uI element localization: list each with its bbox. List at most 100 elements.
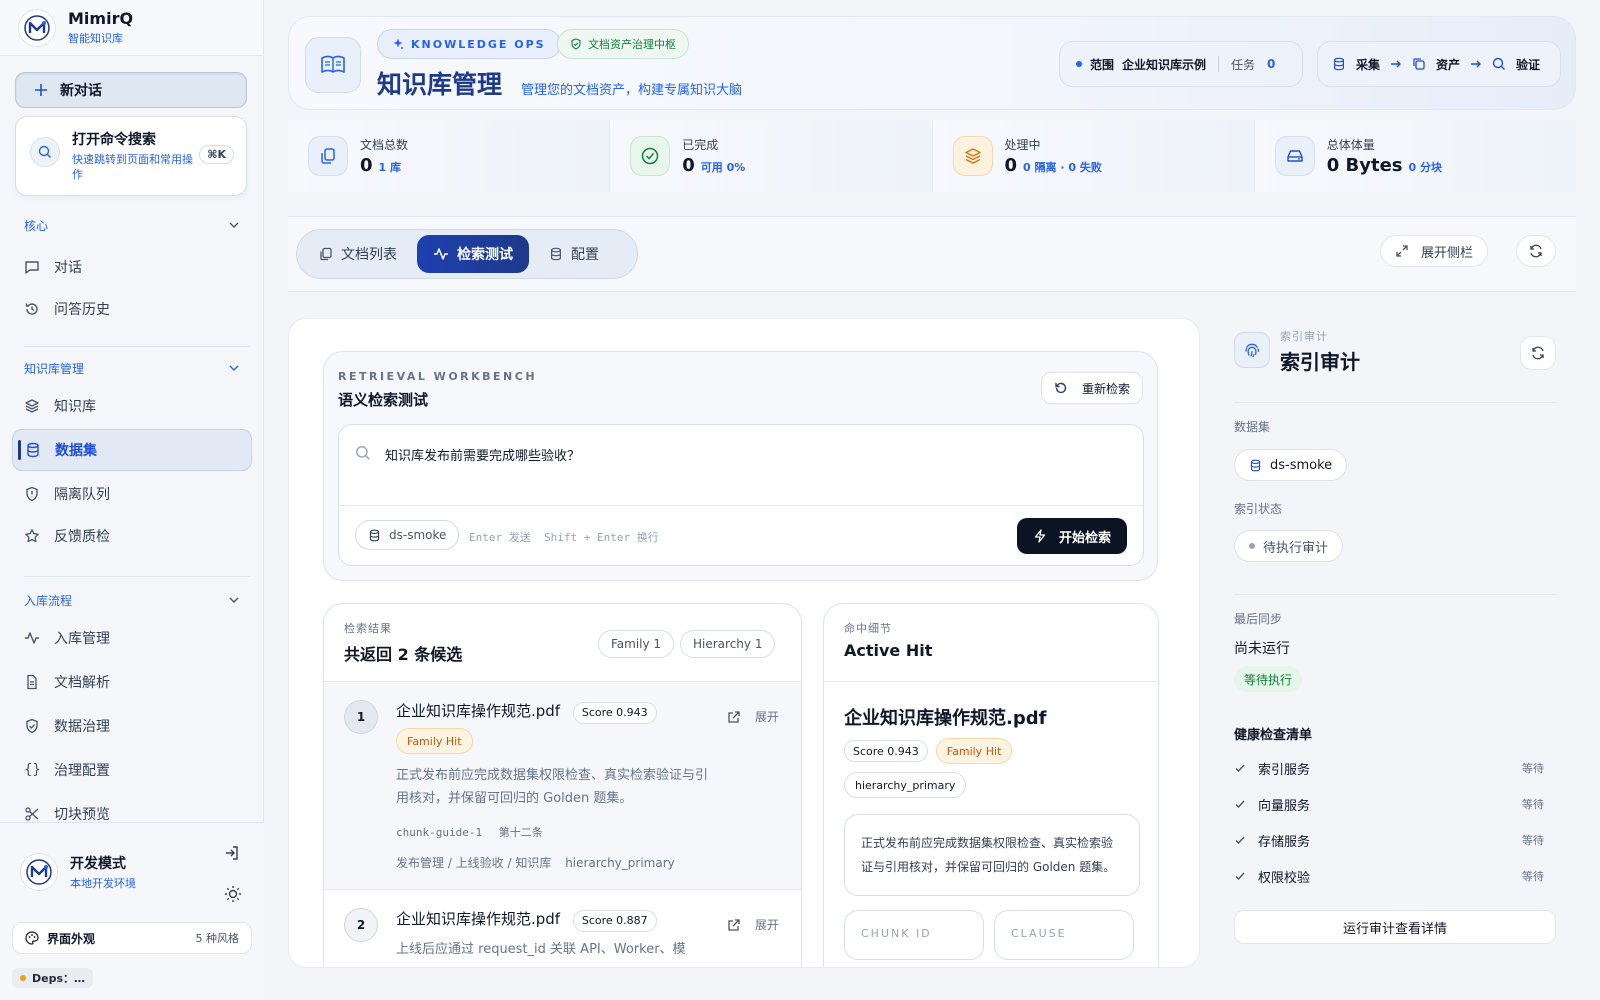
expand-sidebar-button[interactable]: 展开侧栏 (1379, 235, 1488, 267)
check-icon (1234, 798, 1246, 810)
refresh-icon (1531, 346, 1545, 360)
hard-drive-icon (1274, 136, 1315, 176)
index-status-value: 待执行审计 (1263, 540, 1329, 556)
tab-retrieval-test[interactable]: 检索测试 (417, 235, 529, 273)
stat-value: 0 可用 0% (682, 155, 745, 176)
external-link-icon[interactable] (727, 918, 741, 932)
audit-title: 索引审计 (1280, 350, 1360, 374)
detail-badges: Score 0.943 Family Hit (844, 738, 1013, 764)
tab-document-list[interactable]: 文档列表 (303, 235, 413, 273)
section-header-core[interactable]: 核心 (0, 212, 264, 238)
rerun-search-button[interactable]: 重新检索 (1040, 372, 1143, 404)
new-chat-button[interactable]: 新对话 (15, 72, 247, 108)
sidebar-item-feedback[interactable]: 反馈质检 (0, 515, 264, 557)
sidebar-item-dataset[interactable]: 数据集 (12, 429, 252, 471)
start-search-button[interactable]: 开始检索 (1016, 518, 1127, 554)
dataset-selector[interactable]: ds-smoke (355, 520, 460, 550)
activity-icon (433, 246, 449, 262)
audit-eyebrow: 索引审计 (1280, 330, 1328, 343)
braces-icon: {} (24, 762, 41, 778)
stat-number: 0 (682, 155, 695, 176)
check-icon (1234, 762, 1246, 774)
sidebar-item-gov-config[interactable]: {} 治理配置 (0, 749, 264, 791)
sidebar-item-ingest[interactable]: 入库管理 (0, 617, 264, 659)
dataset-name: ds-smoke (389, 528, 447, 542)
brand[interactable]: MimirQ 智能知识库 (0, 0, 263, 56)
expand-sidebar-label: 展开侧栏 (1420, 245, 1473, 261)
check-label: 索引服务 (1258, 762, 1311, 778)
sidebar-item-governance[interactable]: 数据治理 (0, 705, 264, 747)
sidebar-item-history[interactable]: 问答历史 (0, 288, 264, 330)
divider (24, 346, 250, 347)
maximize-icon (1395, 244, 1409, 258)
section-header-kb[interactable]: 知识库管理 (0, 355, 264, 381)
scope-indicator[interactable]: 范围 企业知识库示例 任务 0 (1059, 41, 1303, 87)
pipeline-step-collect[interactable]: 采集 (1356, 56, 1380, 73)
workbench-title: 语义检索测试 (338, 391, 429, 409)
query-box[interactable]: 知识库发布前需要完成哪些验收？ ds-smoke Enter 发送 Shift … (338, 424, 1144, 566)
expand-result-button[interactable]: 展开 (755, 916, 779, 933)
arrow-right-icon (1390, 58, 1402, 70)
result-chunk-meta: chunk-guide-1 第十二条 (396, 824, 543, 840)
hierarchy-count-tag[interactable]: Hierarchy 1 (680, 630, 776, 658)
result-item[interactable]: 1 企业知识库操作规范.pdf Score 0.943 Family Hit 展… (324, 682, 801, 890)
copy-icon (319, 247, 333, 261)
status-dot (1076, 61, 1082, 67)
workbench-eyebrow: RETRIEVAL WORKBENCH (338, 370, 538, 383)
section-title: 知识库管理 (24, 361, 85, 376)
dev-mode-panel: 开发模式 本地开发环境 界面外观 5 种风格 Deps：… (0, 822, 264, 1000)
sidebar-item-knowledge-base[interactable]: 知识库 (0, 385, 264, 427)
plus-icon (34, 83, 48, 97)
layers-icon (24, 398, 40, 414)
section-header-ingest[interactable]: 入库流程 (0, 587, 264, 613)
page-header: KNOWLEDGE OPS 文档资产治理中枢 知识库管理 管理您的文档资产，构建… (288, 16, 1576, 110)
sidebar-item-quarantine[interactable]: 隔离队列 (0, 473, 264, 515)
appearance-button[interactable]: 界面外观 5 种风格 (12, 922, 252, 954)
clause: 第十二条 (498, 826, 543, 839)
pipeline-step-verify[interactable]: 验证 (1516, 56, 1540, 73)
family-count-tag[interactable]: Family 1 (598, 630, 675, 658)
sidebar-item-label: 文档解析 (54, 675, 110, 691)
tab-label: 检索测试 (457, 247, 513, 263)
tab-config[interactable]: 配置 (533, 235, 615, 273)
chip-label: KNOWLEDGE OPS (411, 37, 546, 51)
audit-dataset-pill[interactable]: ds-smoke (1234, 449, 1348, 481)
sidebar-item-label: 反馈质检 (54, 529, 110, 545)
stat-completed: 已完成 0 可用 0% (610, 120, 933, 192)
check-icon (1234, 870, 1246, 882)
refresh-button[interactable] (1516, 235, 1556, 267)
logout-icon[interactable] (224, 845, 240, 861)
last-sync-label: 最后同步 (1234, 612, 1283, 626)
search-icon (30, 137, 60, 167)
shortcut-badge: ⌘K (199, 145, 234, 164)
run-audit-button[interactable]: 运行审计查看详情 (1234, 910, 1556, 944)
page-subtitle: 管理您的文档资产，构建专属知识大脑 (521, 83, 743, 98)
detail-level-row: hierarchy_primary (844, 772, 967, 798)
results-eyebrow: 检索结果 (344, 622, 392, 635)
expand-result-button[interactable]: 展开 (755, 708, 779, 725)
stat-number: 0 Bytes (1326, 155, 1403, 176)
sidebar-item-chat[interactable]: 对话 (0, 246, 264, 288)
external-link-icon[interactable] (727, 710, 741, 724)
results-panel: 检索结果 共返回 2 条候选 Family 1 Hierarchy 1 1 企业… (323, 603, 802, 967)
result-item[interactable]: 2 企业知识库操作规范.pdf Score 0.887 展开 上线后应通过 re… (324, 890, 801, 967)
divider (1234, 402, 1556, 403)
rotate-ccw-icon (1054, 381, 1068, 395)
pipeline-step-asset[interactable]: 资产 (1436, 56, 1460, 73)
stat-processing: 处理中 0 0 隔离 · 0 失败 (932, 120, 1255, 192)
start-search-label: 开始检索 (1058, 530, 1111, 546)
zap-icon (1033, 529, 1047, 543)
query-input[interactable]: 知识库发布前需要完成哪些验收？ (385, 445, 580, 464)
check-label: 存储服务 (1258, 834, 1311, 850)
command-search-button[interactable]: 打开命令搜索 快速跳转到页面和常用操作 ⌘K (15, 116, 247, 196)
result-snippet: 上线后应通过 request_id 关联 API、Worker、模 (396, 942, 686, 957)
sidebar-item-parse[interactable]: 文档解析 (0, 661, 264, 703)
audit-refresh-button[interactable] (1520, 336, 1556, 370)
checklist-title: 健康检查清单 (1234, 728, 1313, 743)
files-icon (308, 136, 348, 176)
command-search-title: 打开命令搜索 (72, 132, 156, 148)
deps-badge[interactable]: Deps：… (12, 968, 94, 988)
tab-group: 文档列表 检索测试 配置 (296, 229, 638, 279)
sun-icon[interactable] (224, 885, 242, 903)
scope-value: 企业知识库示例 (1122, 57, 1207, 72)
